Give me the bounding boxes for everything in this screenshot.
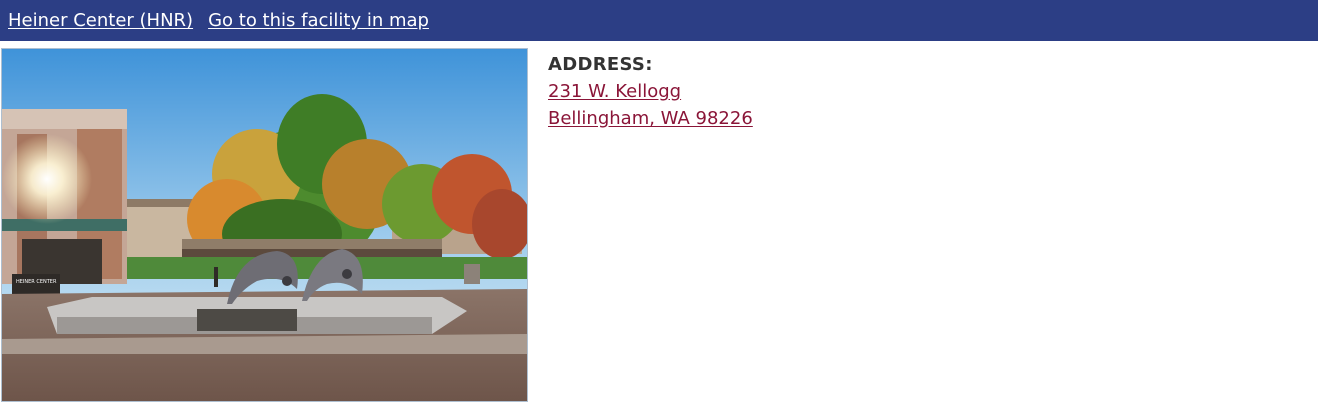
facility-name-link[interactable]: Heiner Center (HNR) <box>8 10 193 31</box>
address-city-link[interactable]: Bellingham, WA 98226 <box>548 105 753 132</box>
facility-photo-illustration: HEINER CENTER <box>2 49 527 401</box>
map-link[interactable]: Go to this facility in map <box>208 10 429 31</box>
address-block: ADDRESS: 231 W. Kellogg Bellingham, WA 9… <box>548 51 753 132</box>
header-bar: Heiner Center (HNR) Go to this facility … <box>0 0 1318 41</box>
address-heading: ADDRESS: <box>548 54 653 75</box>
building-sign-text: HEINER CENTER <box>16 279 57 285</box>
address-street-link[interactable]: 231 W. Kellogg <box>548 78 753 105</box>
facility-content: HEINER CENTER ADDRESS: 231 W. Kellogg Be… <box>0 41 1318 403</box>
facility-photo: HEINER CENTER <box>1 48 528 402</box>
